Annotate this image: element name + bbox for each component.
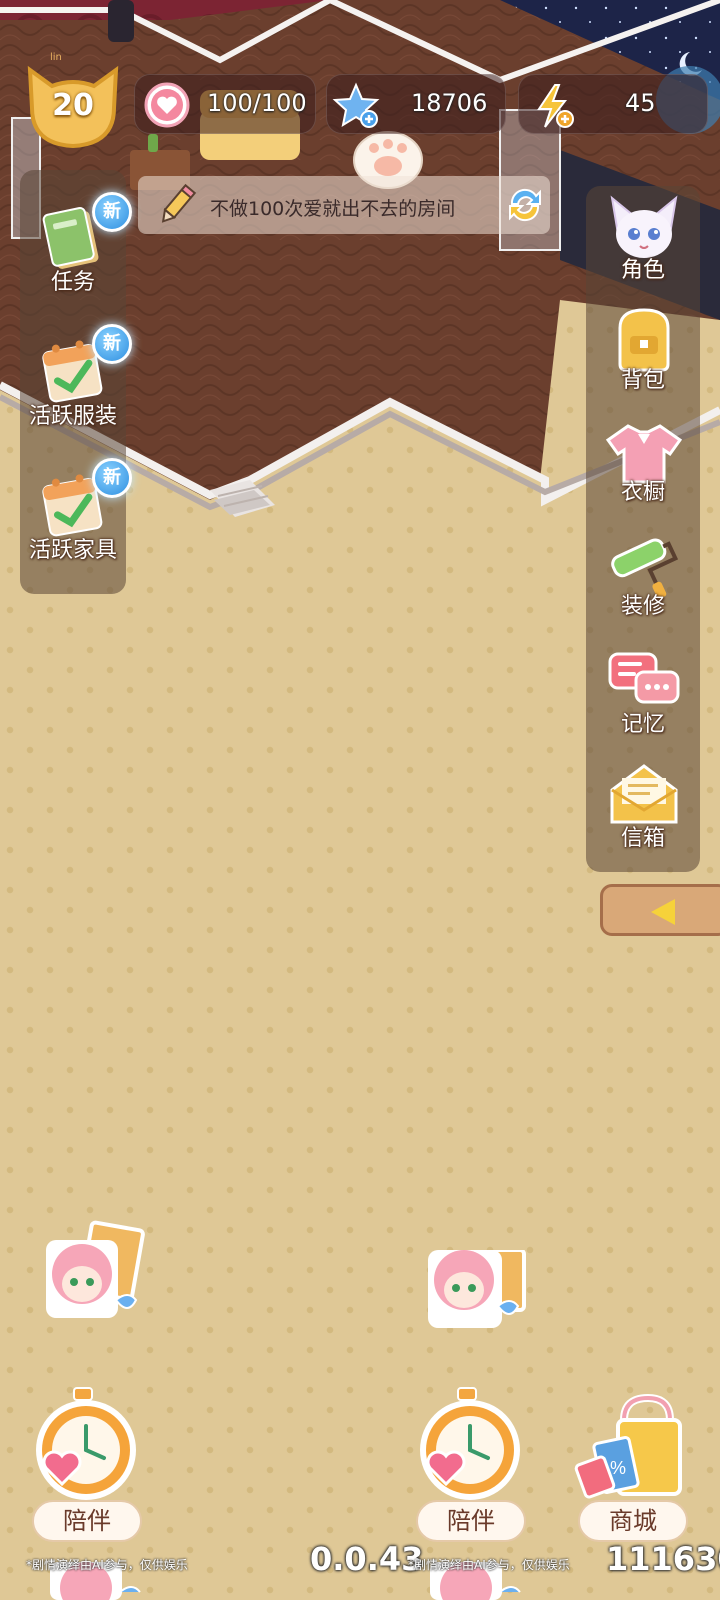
version-number: 0.0.43 xyxy=(310,1540,424,1578)
menu-item-active-outfits[interactable]: 新 活跃服装 xyxy=(14,324,132,432)
energy-counter[interactable]: 45 xyxy=(518,74,708,134)
menu-label-memory: 记忆 xyxy=(620,712,665,737)
menu-label-active-furniture: 活跃家具 xyxy=(28,538,117,563)
shopping-bag-icon[interactable]: % xyxy=(574,1390,694,1506)
svg-text:%: % xyxy=(610,1458,626,1478)
stars-counter[interactable]: 18706 xyxy=(326,74,506,134)
new-badge: 新 xyxy=(92,458,132,498)
menu-label-decorate: 装修 xyxy=(620,594,665,619)
star-plus-icon[interactable] xyxy=(331,81,381,131)
ai-disclaimer: *剧情演绎由AI参与，仅供娱乐 xyxy=(408,1558,570,1572)
companion-button-1[interactable]: 陪伴 xyxy=(32,1500,142,1542)
pencil-icon xyxy=(161,183,197,223)
menu-item-backpack[interactable]: 背包 xyxy=(590,304,696,404)
hearts-value: 100/100 xyxy=(207,89,307,117)
menu-item-decorate[interactable]: 装修 xyxy=(590,532,696,632)
menu-label-wardrobe: 衣橱 xyxy=(620,480,665,505)
menu-item-tasks[interactable]: 新 任务 xyxy=(14,192,132,296)
player-level: 20 xyxy=(52,88,94,123)
companion-portrait-2[interactable] xyxy=(418,1250,534,1330)
current-task-banner[interactable]: 不做100次爱就出不去的房间 xyxy=(138,176,550,234)
lightning-plus-icon[interactable] xyxy=(527,81,577,131)
heart-icon xyxy=(144,82,190,128)
counter-number: 111630. xyxy=(606,1540,720,1578)
menu-label-active-outfits: 活跃服装 xyxy=(28,404,117,429)
counter-value: 11163 xyxy=(606,1540,718,1578)
new-badge: 新 xyxy=(92,324,132,364)
collapse-menu-button[interactable] xyxy=(600,884,720,936)
shop-button[interactable]: 商城 xyxy=(578,1500,688,1542)
menu-label-character: 角色 xyxy=(620,258,665,283)
menu-item-wardrobe[interactable]: 衣橱 xyxy=(590,420,696,520)
triangle-left-icon xyxy=(651,899,675,925)
ai-disclaimer: *剧情演绎由AI参与，仅供娱乐 xyxy=(26,1558,188,1572)
companion-button-2[interactable]: 陪伴 xyxy=(416,1500,526,1542)
menu-item-memory[interactable]: 记忆 xyxy=(590,650,696,750)
new-badge: 新 xyxy=(92,192,132,232)
stars-value: 18706 xyxy=(411,89,488,117)
menu-label-tasks: 任务 xyxy=(50,270,95,295)
hearts-counter[interactable]: 100/100 xyxy=(134,74,316,134)
level-badge[interactable]: 20 xyxy=(22,62,124,150)
chat-bubbles-icon xyxy=(608,652,680,704)
current-task-text: 不做100次爱就出不去的房间 xyxy=(210,198,456,220)
menu-label-backpack: 背包 xyxy=(620,368,665,393)
stopwatch-heart-icon[interactable] xyxy=(410,1386,530,1506)
menu-item-mailbox[interactable]: 信箱 xyxy=(590,760,696,860)
stopwatch-heart-icon[interactable] xyxy=(26,1386,146,1506)
companion-portrait-1[interactable] xyxy=(36,1220,152,1328)
menu-item-active-furniture[interactable]: 新 活跃家具 xyxy=(14,458,132,566)
refresh-swap-icon[interactable] xyxy=(502,182,548,228)
menu-label-mailbox: 信箱 xyxy=(620,826,665,851)
menu-item-character[interactable]: 角色 xyxy=(590,190,696,290)
energy-value: 45 xyxy=(625,89,656,117)
